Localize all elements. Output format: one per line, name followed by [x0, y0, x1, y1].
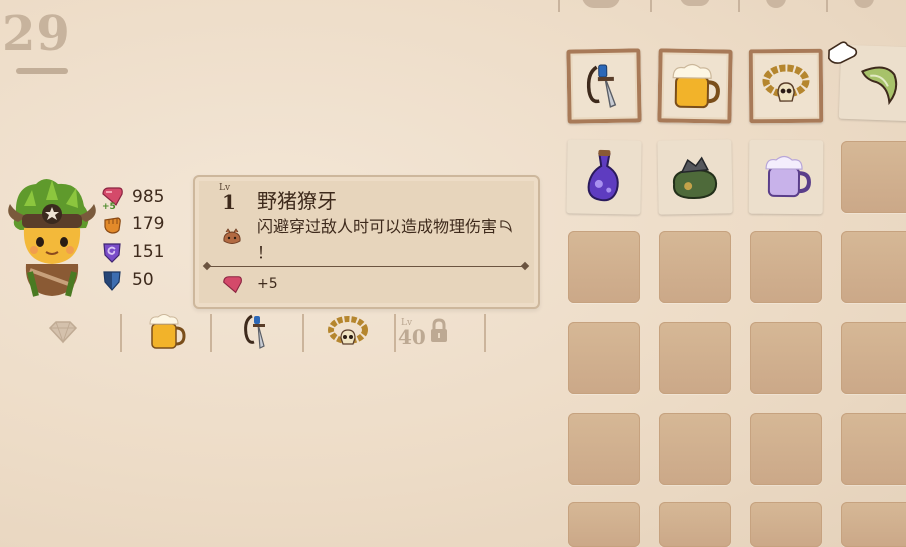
tusk-inline-icon	[500, 220, 512, 233]
magic-value: 151	[132, 242, 165, 262]
inventory-slot[interactable]	[657, 48, 733, 124]
inventory-slot-empty[interactable]	[568, 502, 640, 547]
equip-separator	[120, 314, 122, 352]
inventory-slot[interactable]	[657, 139, 733, 215]
beer-mug-icon	[672, 63, 720, 109]
inventory-slot[interactable]	[748, 48, 824, 124]
lock-icon	[431, 318, 447, 342]
inventory-slot[interactable]	[566, 139, 642, 215]
description-text: 闪避穿过敌人时可以造成物理伤害	[257, 217, 498, 236]
tooltip-title: 野猪獠牙	[257, 189, 337, 213]
swirl-shield-icon	[103, 243, 121, 263]
armor-value: 50	[132, 270, 154, 290]
tab-separator	[738, 0, 740, 12]
character-tab-1-icon[interactable]	[766, 0, 786, 8]
equip-separator	[394, 314, 396, 352]
health-value: 985	[132, 187, 165, 207]
inventory-slot-empty[interactable]	[568, 413, 640, 485]
hook-dagger-icon[interactable]	[238, 312, 278, 354]
inventory-slot[interactable]	[748, 139, 824, 215]
hand-cursor-icon	[828, 41, 858, 64]
chest-icon[interactable]	[582, 0, 620, 8]
description-end: ！	[257, 243, 274, 262]
boar-icon	[223, 228, 241, 244]
stat-health: 985 +5	[100, 184, 165, 212]
inventory-slot-empty[interactable]	[568, 322, 640, 394]
inventory-slot-empty[interactable]	[750, 502, 822, 547]
gem-icon[interactable]	[48, 320, 78, 344]
player-level: 29	[2, 6, 71, 62]
inventory-slot-empty[interactable]	[841, 413, 906, 485]
tab-separator	[558, 0, 560, 12]
inventory-slot[interactable]	[828, 41, 906, 122]
inventory-slot-empty[interactable]	[750, 413, 822, 485]
locked-slot-level: 40	[398, 325, 426, 349]
scroll-icon[interactable]	[680, 0, 710, 6]
inventory-slot-empty[interactable]	[841, 141, 906, 213]
inventory-slot-empty[interactable]	[659, 413, 731, 485]
inventory-slot-empty[interactable]	[568, 231, 640, 303]
inventory-grid	[560, 40, 906, 547]
inventory-slot-empty[interactable]	[750, 231, 822, 303]
level-progress-bar	[16, 68, 68, 74]
hook-dagger-icon	[586, 64, 617, 108]
skull-necklace-icon[interactable]	[326, 314, 370, 352]
tooltip-level: 1	[222, 190, 236, 214]
purple-potion-icon	[587, 149, 619, 202]
tooltip-description: 闪避穿过敌人时可以造成物理伤害 ！	[257, 214, 527, 266]
inventory-slot[interactable]	[566, 48, 642, 124]
stat-armor: 50	[100, 267, 154, 293]
inventory-slot-empty[interactable]	[659, 322, 731, 394]
tab-separator	[826, 0, 828, 12]
purple-mug-icon	[765, 155, 811, 198]
inventory-slot-empty[interactable]	[841, 231, 906, 303]
inventory-slot-empty[interactable]	[841, 322, 906, 394]
beer-mug-icon[interactable]	[146, 312, 188, 352]
equip-separator	[302, 314, 304, 352]
rock-sack-icon	[672, 156, 718, 200]
inventory-slot-empty[interactable]	[750, 322, 822, 394]
stat-attack: 179	[100, 211, 164, 237]
tab-separator	[650, 0, 652, 12]
fist-icon	[104, 217, 121, 234]
item-tooltip: Lv 1 野猪獠牙 闪避穿过敌人时可以造成物理伤害 ！ +5	[193, 175, 540, 309]
equip-separator	[484, 314, 486, 352]
heart-icon	[223, 276, 242, 294]
attack-value: 179	[132, 214, 165, 234]
tooltip-bonus: +5	[257, 276, 278, 292]
skull-necklace-icon	[762, 64, 810, 102]
inventory-slot-empty[interactable]	[659, 502, 731, 547]
shield-icon	[103, 271, 121, 291]
hero-portrait[interactable]	[6, 176, 98, 298]
character-tab-2-icon[interactable]	[854, 0, 874, 8]
equip-separator	[210, 314, 212, 352]
tooltip-divider	[207, 266, 525, 267]
top-tab-bar[interactable]	[520, 0, 906, 16]
stat-magic: 151	[100, 239, 164, 265]
inventory-slot-empty[interactable]	[659, 231, 731, 303]
inventory-slot-empty[interactable]	[841, 502, 906, 547]
